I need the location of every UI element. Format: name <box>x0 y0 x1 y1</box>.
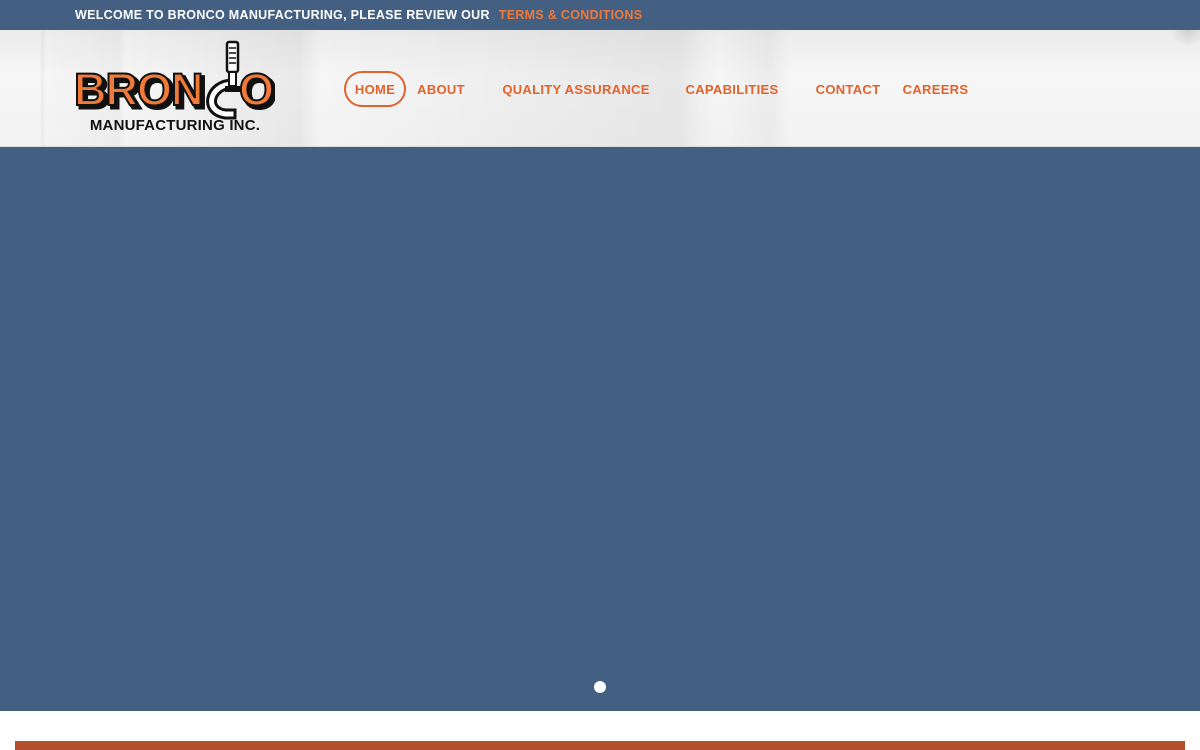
nav-quality-assurance[interactable]: QUALITY ASSURANCE <box>502 71 649 107</box>
logo-subtitle: MANUFACTURING INC. <box>90 117 260 134</box>
nav-about[interactable]: ABOUT <box>417 71 465 107</box>
bronco-logo-graphic: BRON BRON O O MANUFACTURING INC. <box>75 40 275 134</box>
hero-slider <box>0 147 1200 711</box>
terms-conditions-link[interactable]: TERMS & CONDITIONS <box>499 8 643 22</box>
nav-careers[interactable]: CAREERS <box>903 71 968 107</box>
nav-home[interactable]: HOME <box>344 71 406 107</box>
site-header: BRON BRON O O MANUFACTURING INC. HOME AB… <box>0 30 1200 147</box>
logo-word-right: O <box>239 64 274 115</box>
slider-pagination-dot[interactable] <box>594 681 606 693</box>
nav-capabilities[interactable]: CAPABILITIES <box>686 71 779 107</box>
header-corner-decoration <box>1170 30 1200 46</box>
announcement-text: WELCOME TO BRONCO MANUFACTURING, PLEASE … <box>75 8 490 22</box>
content-section-top-border <box>15 741 1185 750</box>
top-announcement-bar: WELCOME TO BRONCO MANUFACTURING, PLEASE … <box>0 0 1200 30</box>
nav-contact[interactable]: CONTACT <box>816 71 880 107</box>
micrometer-c-icon <box>206 40 240 120</box>
brand-logo[interactable]: BRON BRON O O MANUFACTURING INC. <box>75 40 275 135</box>
logo-word-left: BRON <box>75 64 203 115</box>
